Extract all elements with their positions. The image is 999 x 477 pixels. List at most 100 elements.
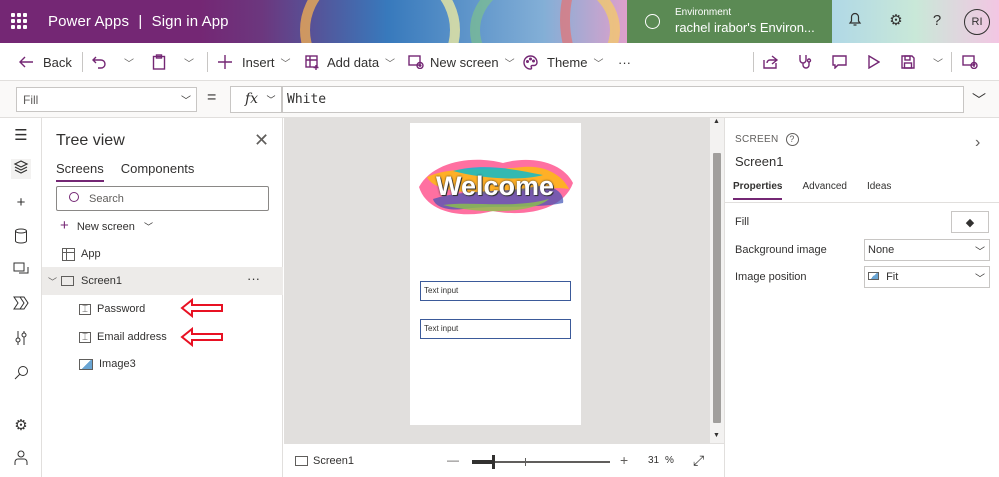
theme-button[interactable]: Theme ﹀ (523, 43, 603, 81)
publish-button[interactable] (962, 43, 978, 81)
chevron-down-icon: ﹀ (266, 95, 276, 105)
more-commands-button[interactable]: ··· (618, 43, 631, 81)
scrollbar-thumb[interactable] (713, 153, 721, 423)
fit-to-window-icon[interactable]: ⤢ (693, 452, 704, 469)
new-screen-label: New screen (430, 54, 499, 70)
tree-node-screen1[interactable]: ﹀ Screen1 ··· (42, 267, 283, 295)
fx-button[interactable]: fx ﹀ (230, 86, 282, 113)
close-icon[interactable]: ✕ (254, 130, 269, 151)
tab-advanced[interactable]: Advanced (802, 181, 846, 200)
back-button[interactable]: Back (18, 43, 72, 81)
tab-properties[interactable]: Properties (733, 181, 783, 200)
data-cylinder-icon[interactable] (11, 228, 31, 248)
theme-label: Theme (547, 54, 588, 70)
globe-icon (645, 14, 660, 29)
text-input-icon: ⌶ (79, 303, 91, 315)
fill-color-picker[interactable]: ◆ (951, 211, 989, 233)
chevron-down-icon: ﹀ (143, 222, 153, 232)
tree-search-input[interactable]: Search (56, 186, 269, 211)
palette-icon (523, 54, 538, 70)
chevron-down-icon: ﹀ (975, 247, 985, 258)
tree-node-label: Password (97, 303, 146, 315)
tree-node-app[interactable]: App (42, 240, 283, 268)
more-options-icon[interactable]: ··· (247, 271, 260, 286)
advanced-tools-icon[interactable] (11, 330, 31, 350)
design-canvas[interactable]: Welcome Text input Text input (284, 118, 710, 443)
back-arrow-icon (19, 56, 33, 68)
screen-selector[interactable]: Screen1 (295, 455, 354, 467)
image-position-select[interactable]: Fit ﹀ (864, 266, 990, 288)
settings-gear-icon[interactable]: ⚙ (11, 416, 31, 436)
zoom-out-button[interactable]: — (447, 453, 459, 467)
add-data-label: Add data (327, 54, 380, 70)
app-checker-button[interactable] (797, 43, 813, 81)
tab-components[interactable]: Components (121, 161, 195, 182)
environment-label: Environment (675, 7, 732, 18)
save-button[interactable] (901, 43, 915, 81)
preview-button[interactable] (868, 43, 880, 81)
background-image-select[interactable]: None ﹀ (864, 239, 990, 261)
property-selector[interactable]: Fill ﹀ (16, 87, 197, 112)
annotation-arrow (180, 327, 223, 347)
properties-panel: SCREEN ? Screen1 › Properties Advanced I… (724, 118, 999, 477)
app-launcher-icon[interactable] (11, 13, 27, 29)
zoom-slider-tick (525, 458, 526, 466)
comments-button[interactable] (832, 43, 847, 81)
tree-node-label: App (81, 248, 101, 260)
chevron-down-icon: ﹀ (124, 58, 134, 70)
new-screen-link[interactable]: + New screen ﹀ (60, 217, 153, 234)
new-screen-button[interactable]: New screen ﹀ (408, 43, 515, 81)
search-icon (69, 192, 79, 202)
hamburger-icon[interactable]: ☰ (11, 126, 31, 146)
property-value: Fill (23, 93, 39, 107)
tree-view-layers-icon[interactable] (11, 159, 31, 179)
chevron-down-icon[interactable]: ﹀ (48, 275, 57, 288)
undo-button[interactable] (92, 43, 106, 81)
insert-plus-icon[interactable]: + (11, 193, 31, 213)
media-icon[interactable] (11, 262, 31, 282)
power-automate-icon[interactable] (11, 296, 31, 316)
environment-picker[interactable]: Environment rachel irabor's Environ... (627, 0, 832, 43)
gear-icon[interactable]: ⚙ (886, 11, 906, 31)
clipboard-icon (152, 54, 166, 70)
canvas-scrollbar[interactable]: ▲ ▼ (710, 118, 724, 443)
undo-dropdown[interactable]: ﹀ (118, 43, 134, 81)
screen-preview[interactable]: Welcome Text input Text input (410, 123, 581, 425)
avatar[interactable]: RI (964, 9, 990, 35)
tab-screens[interactable]: Screens (56, 161, 104, 182)
fill-label: Fill (735, 216, 750, 228)
tree-node-password[interactable]: ⌶ Password (42, 295, 283, 323)
zoom-slider-handle[interactable] (492, 455, 495, 469)
back-label: Back (43, 54, 72, 70)
share-button[interactable] (763, 43, 779, 81)
scroll-down-icon[interactable]: ▼ (713, 432, 720, 439)
save-dropdown[interactable]: ﹀ (927, 43, 943, 81)
formula-input[interactable]: White (282, 86, 964, 113)
canvas-text-input[interactable]: Text input (420, 281, 571, 301)
screen-icon (295, 456, 308, 466)
chevron-right-icon[interactable]: › (975, 134, 980, 152)
plus-icon (218, 55, 232, 69)
bell-icon[interactable] (845, 11, 865, 31)
virtual-agent-icon[interactable] (11, 450, 31, 470)
help-icon[interactable]: ? (927, 11, 947, 31)
search-icon[interactable] (11, 365, 31, 385)
image-position-label: Image position (735, 271, 807, 283)
welcome-image[interactable]: Welcome (413, 153, 577, 221)
annotation-arrow (180, 298, 223, 318)
tree-node-image[interactable]: Image3 (42, 350, 283, 378)
zoom-slider-fill (472, 460, 493, 464)
tree-node-email[interactable]: ⌶ Email address (42, 323, 283, 351)
help-icon[interactable]: ? (785, 133, 799, 146)
divider (753, 52, 754, 72)
zoom-slider[interactable] (472, 455, 610, 469)
zoom-in-button[interactable]: + (620, 452, 628, 468)
expand-formula-icon[interactable]: ﹀ (972, 90, 986, 110)
canvas-text-input[interactable]: Text input (420, 319, 571, 339)
scroll-up-icon[interactable]: ▲ (713, 118, 720, 125)
paste-button[interactable] (152, 43, 166, 81)
tab-ideas[interactable]: Ideas (867, 181, 891, 200)
paste-dropdown[interactable]: ﹀ (178, 43, 194, 81)
insert-button[interactable]: Insert ﹀ (218, 43, 291, 81)
add-data-button[interactable]: Add data ﹀ (305, 43, 395, 81)
